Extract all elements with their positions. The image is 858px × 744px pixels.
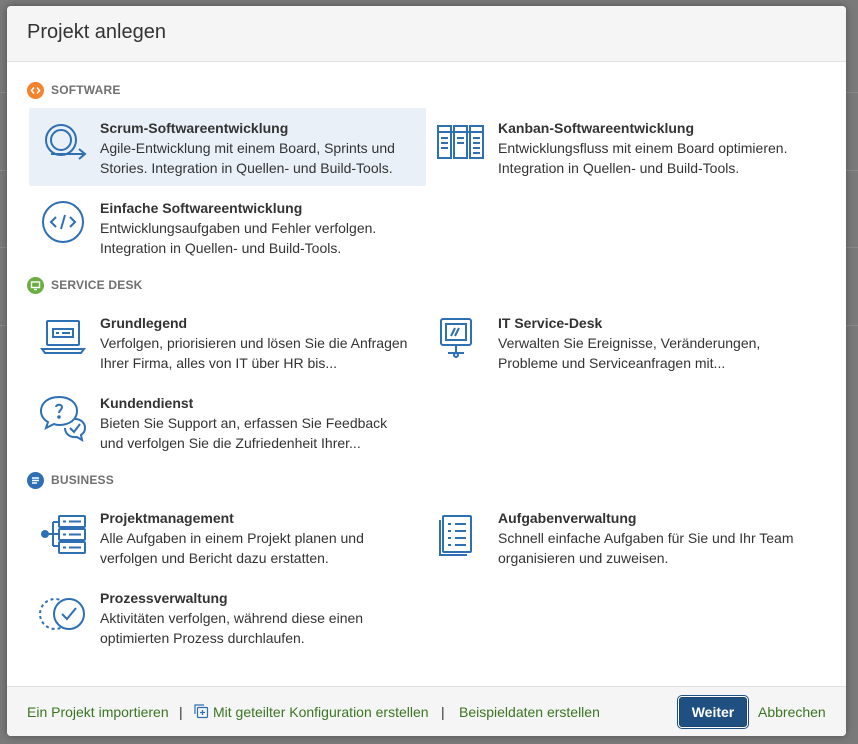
tile-desc-line1: Entwicklungsaufgaben und Fehler verfolge… bbox=[100, 220, 377, 236]
tile-title: Scrum-Softwareentwicklung bbox=[100, 120, 289, 136]
tile-desc-line1: Verwalten Sie Ereignisse, Veränderungen, bbox=[498, 335, 761, 351]
tile-title: Einfache Softwareentwicklung bbox=[100, 200, 303, 216]
import-project-link[interactable]: Ein Projekt importieren bbox=[27, 704, 169, 720]
tile-title: Projektmanagement bbox=[100, 510, 234, 526]
tile-title: Grundlegend bbox=[100, 315, 188, 331]
tile-desc-line1: Alle Aufgaben in einem Projekt planen un… bbox=[100, 530, 364, 546]
service-desk-section-icon bbox=[27, 276, 44, 294]
section-label: SOFTWARE bbox=[51, 83, 121, 97]
tile-title: Aufgabenverwaltung bbox=[498, 510, 637, 526]
dialog-footer: Ein Projekt importieren | Mit geteilter … bbox=[7, 686, 846, 736]
next-button[interactable]: Weiter bbox=[679, 697, 747, 727]
code-icon bbox=[39, 200, 87, 248]
project-type-customer-service[interactable]: Kundendienst Bieten Sie Support an, erfa… bbox=[29, 383, 426, 461]
shared-config-link[interactable]: Mit geteilter Konfiguration erstellen bbox=[213, 704, 429, 720]
project-type-project-management[interactable]: Projektmanagement Alle Aufgaben in einem… bbox=[29, 498, 426, 576]
cancel-link[interactable]: Abbrechen bbox=[758, 704, 826, 720]
project-type-service-basic[interactable]: Grundlegend Verfolgen, priorisieren und … bbox=[29, 303, 426, 381]
footer-separator: | bbox=[179, 704, 183, 720]
project-type-scrum[interactable]: Scrum-Softwareentwicklung Agile-Entwickl… bbox=[29, 108, 426, 186]
shared-config-icon bbox=[193, 703, 209, 719]
tile-desc-line1: Agile-Entwicklung mit einem Board, Sprin… bbox=[100, 140, 395, 156]
section-label: SERVICE DESK bbox=[51, 278, 143, 292]
tile-desc-line2: optimierten Prozess durchlaufen. bbox=[100, 630, 305, 646]
sample-data-link[interactable]: Beispieldaten erstellen bbox=[459, 704, 600, 720]
tile-title: Kanban-Softwareentwicklung bbox=[498, 120, 695, 136]
tile-desc-line1: Aktivitäten verfolgen, während diese ein… bbox=[100, 610, 364, 626]
project-type-process-management[interactable]: Prozessverwaltung Aktivitäten verfolgen,… bbox=[29, 578, 426, 656]
tile-title: Prozessverwaltung bbox=[100, 590, 228, 606]
laptop-icon bbox=[39, 315, 87, 363]
scrum-icon bbox=[39, 120, 87, 168]
tile-desc-line2: Probleme und Serviceanfragen mit... bbox=[498, 355, 726, 371]
software-section-icon bbox=[27, 81, 44, 99]
tile-title: Kundendienst bbox=[100, 395, 194, 411]
kanban-board-icon bbox=[437, 120, 485, 168]
project-type-task-management[interactable]: Aufgabenverwaltung Schnell einfache Aufg… bbox=[427, 498, 824, 576]
tile-desc-line2: Integration in Quellen- und Build-Tools. bbox=[498, 160, 740, 176]
tile-desc-line2: verfolgen und Bericht dazu erstatten. bbox=[100, 550, 329, 566]
project-type-basic-software[interactable]: Einfache Softwareentwicklung Entwicklung… bbox=[29, 188, 426, 266]
dialog-header: Projekt anlegen bbox=[7, 6, 846, 62]
tile-desc-line2: Stories. Integration in Quellen- und Bui… bbox=[100, 160, 393, 176]
tile-desc-line2: Ihrer Firma, alles von IT über HR bis... bbox=[100, 355, 338, 371]
dialog-title: Projekt anlegen bbox=[27, 21, 166, 43]
tile-desc-line1: Entwicklungsfluss mit einem Board optimi… bbox=[498, 140, 788, 156]
project-type-it-service-desk[interactable]: IT Service-Desk Verwalten Sie Ereignisse… bbox=[427, 303, 824, 381]
section-header-software: SOFTWARE bbox=[27, 80, 121, 100]
tile-desc-line2: organisieren und zuweisen. bbox=[498, 550, 669, 566]
tile-desc-line1: Bieten Sie Support an, erfassen Sie Feed… bbox=[100, 415, 388, 431]
process-check-icon bbox=[39, 590, 87, 638]
create-project-dialog: Projekt anlegen SOFTWARE Scrum-Softwaree… bbox=[7, 6, 846, 736]
section-header-service-desk: SERVICE DESK bbox=[27, 275, 143, 295]
dialog-body: SOFTWARE Scrum-Softwareentwicklung Agile… bbox=[7, 62, 846, 686]
task-list-icon bbox=[437, 510, 485, 558]
tile-title: IT Service-Desk bbox=[498, 315, 603, 331]
section-header-business: BUSINESS bbox=[27, 470, 114, 490]
tile-desc-line2: und verfolgen Sie die Zufriedenheit Ihre… bbox=[100, 435, 361, 451]
tile-desc-line1: Schnell einfache Aufgaben für Sie und Ih… bbox=[498, 530, 794, 546]
tile-desc-line1: Verfolgen, priorisieren und lösen Sie di… bbox=[100, 335, 408, 351]
chat-bubbles-icon bbox=[39, 395, 87, 443]
section-label: BUSINESS bbox=[51, 473, 114, 487]
monitor-icon bbox=[437, 315, 485, 363]
project-type-kanban[interactable]: Kanban-Softwareentwicklung Entwicklungsf… bbox=[427, 108, 824, 186]
tile-desc-line2: Integration in Quellen- und Build-Tools. bbox=[100, 240, 342, 256]
project-tree-icon bbox=[39, 510, 87, 558]
business-section-icon bbox=[27, 471, 44, 489]
footer-separator: | bbox=[441, 704, 445, 720]
